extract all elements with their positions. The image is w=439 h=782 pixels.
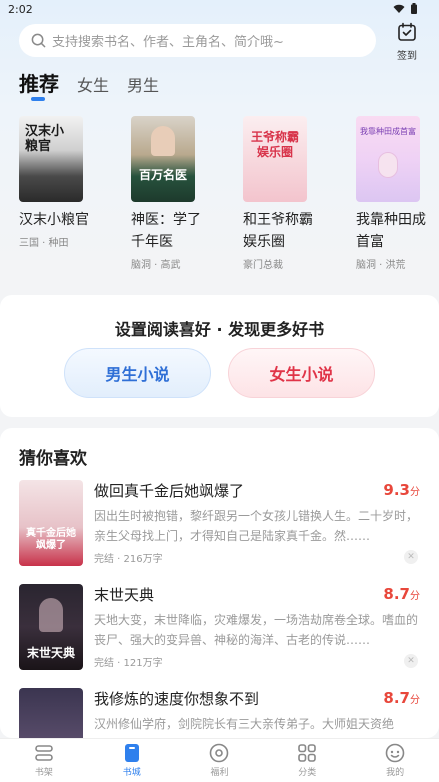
cover-title-art: 汉末小粮官	[25, 124, 65, 154]
battery-icon	[411, 3, 417, 14]
book-cover: 真千金后她飒爆了	[19, 480, 83, 566]
book-meta: 脑洞 · 高武	[131, 260, 181, 271]
book-meta: 豪门总裁	[243, 260, 283, 271]
tab-female[interactable]: 女生	[77, 72, 109, 96]
list-item[interactable]: 末世天典 末世天典 8.7分 天地大变，末世降临，灾难爆发，一场浩劫席卷全球。嗜…	[0, 584, 439, 684]
book-score: 8.7分	[383, 585, 420, 603]
book-cover: 末世天典	[19, 584, 83, 670]
bookshelf-icon	[35, 745, 53, 761]
bookstore-icon	[124, 744, 139, 762]
wifi-icon	[393, 4, 405, 13]
book-card[interactable]: 王爷称霸娱乐圈 和王爷称霸娱乐圈 豪门总裁	[243, 116, 343, 271]
book-description: 天地大变，末世降临，灾难爆发，一场浩劫席卷全球。嗜血的丧尸、强大的变异兽、神秘的…	[94, 613, 419, 647]
welfare-icon	[210, 743, 229, 763]
book-cover: 汉末小粮官	[19, 116, 83, 202]
cover-figure	[151, 126, 175, 156]
nav-label: 我的	[386, 768, 405, 778]
nav-welfare[interactable]: 福利	[176, 739, 264, 782]
nav-label: 分类	[298, 768, 317, 778]
score-value: 8.7	[383, 585, 410, 603]
cover-figure	[39, 598, 63, 632]
book-score: 8.7分	[383, 689, 420, 707]
book-cover	[19, 688, 83, 738]
score-unit: 分	[410, 487, 420, 498]
search-placeholder: 支持搜索书名、作者、主角名、简介哦~	[52, 35, 284, 50]
tab-recommend[interactable]: 推荐	[19, 68, 59, 97]
status-icons	[393, 3, 417, 14]
cover-title-art: 末世天典	[26, 646, 75, 660]
score-value: 9.3	[383, 481, 410, 499]
list-item[interactable]: 真千金后她飒爆了 做回真千金后她飒爆了 9.3分 因出生时被抱错，黎纤跟另一个女…	[0, 480, 439, 580]
nav-label: 福利	[210, 768, 229, 778]
cover-title-art: 百万名医	[138, 168, 187, 182]
book-title: 神医：学了千年医	[131, 212, 201, 250]
book-cover: 王爷称霸娱乐圈	[243, 116, 307, 202]
nav-profile[interactable]: 我的	[351, 739, 439, 782]
cover-title-art: 我靠种田成首富	[360, 127, 416, 136]
calendar-check-icon	[398, 22, 416, 41]
dismiss-icon[interactable]: ✕	[404, 654, 418, 668]
search-icon	[31, 33, 46, 48]
book-title: 和王爷称霸娱乐圈	[243, 212, 313, 250]
recommended-books: 汉末小粮官 汉末小粮官 三国 · 种田 百万名医 神医：学了千年医 脑洞 · 高…	[0, 116, 439, 276]
book-cover: 我靠种田成首富	[356, 116, 420, 202]
book-card[interactable]: 汉末小粮官 汉末小粮官 三国 · 种田	[19, 116, 119, 249]
book-meta: 完结 · 216万字	[94, 554, 163, 565]
category-icon	[298, 744, 317, 762]
book-title: 末世天典	[94, 586, 155, 604]
book-title: 做回真千金后她飒爆了	[94, 482, 245, 500]
book-description: 因出生时被抱错，黎纤跟另一个女孩儿错换人生。二十岁时，亲生父母找上门，才得知自己…	[94, 509, 419, 543]
status-bar: 2:02	[0, 0, 439, 20]
checkin-label: 签到	[397, 51, 417, 62]
channel-tabs: 推荐 女生 男生	[19, 68, 177, 97]
score-unit: 分	[410, 591, 420, 602]
cover-figure	[378, 152, 398, 178]
bottom-nav: 书架 书城 福利 分类 我的	[0, 738, 439, 782]
list-item[interactable]: 我修炼的速度你想象不到 8.7分 汉州修仙学府，剑院院长有三大亲传弟子。大师姐天…	[0, 688, 439, 738]
tab-indicator	[31, 97, 45, 101]
cover-title-art: 王爷称霸娱乐圈	[250, 130, 299, 159]
guess-you-like-section: 猜你喜欢 真千金后她飒爆了 做回真千金后她飒爆了 9.3分 因出生时被抱错，黎纤…	[0, 428, 439, 738]
nav-bookstore[interactable]: 书城	[88, 739, 176, 782]
book-card[interactable]: 我靠种田成首富 我靠种田成首富 脑洞 · 洪荒	[356, 116, 439, 271]
tab-male[interactable]: 男生	[127, 72, 159, 96]
preference-title: 设置阅读喜好 · 发现更多好书	[114, 320, 325, 339]
profile-icon	[385, 743, 405, 763]
book-title: 我靠种田成首富	[356, 212, 426, 250]
book-meta: 完结 · 121万字	[94, 658, 163, 669]
reading-preference-card: 设置阅读喜好 · 发现更多好书 男生小说 女生小说	[0, 295, 439, 417]
book-score: 9.3分	[383, 481, 420, 499]
female-novel-button[interactable]: 女生小说	[228, 348, 375, 398]
nav-label: 书城	[122, 768, 141, 778]
male-novel-button[interactable]: 男生小说	[64, 348, 211, 398]
score-unit: 分	[410, 695, 420, 706]
section-title: 猜你喜欢	[19, 449, 87, 469]
checkin-button[interactable]: 签到	[392, 22, 422, 62]
score-value: 8.7	[383, 689, 410, 707]
dismiss-icon[interactable]: ✕	[404, 550, 418, 564]
book-card[interactable]: 百万名医 神医：学了千年医 脑洞 · 高武	[131, 116, 231, 271]
nav-bookshelf[interactable]: 书架	[0, 739, 88, 782]
book-title: 我修炼的速度你想象不到	[94, 690, 260, 708]
book-title: 汉末小粮官	[19, 212, 89, 228]
nav-category[interactable]: 分类	[263, 739, 351, 782]
status-time: 2:02	[8, 3, 33, 16]
book-meta: 三国 · 种田	[19, 238, 69, 249]
nav-label: 书架	[34, 768, 53, 778]
book-cover: 百万名医	[131, 116, 195, 202]
cover-title-art: 真千金后她飒爆了	[26, 528, 76, 551]
search-input[interactable]: 支持搜索书名、作者、主角名、简介哦~	[19, 24, 376, 57]
book-description: 汉州修仙学府，剑院院长有三大亲传弟子。大师姐天资绝	[94, 717, 395, 731]
book-meta: 脑洞 · 洪荒	[356, 260, 406, 271]
